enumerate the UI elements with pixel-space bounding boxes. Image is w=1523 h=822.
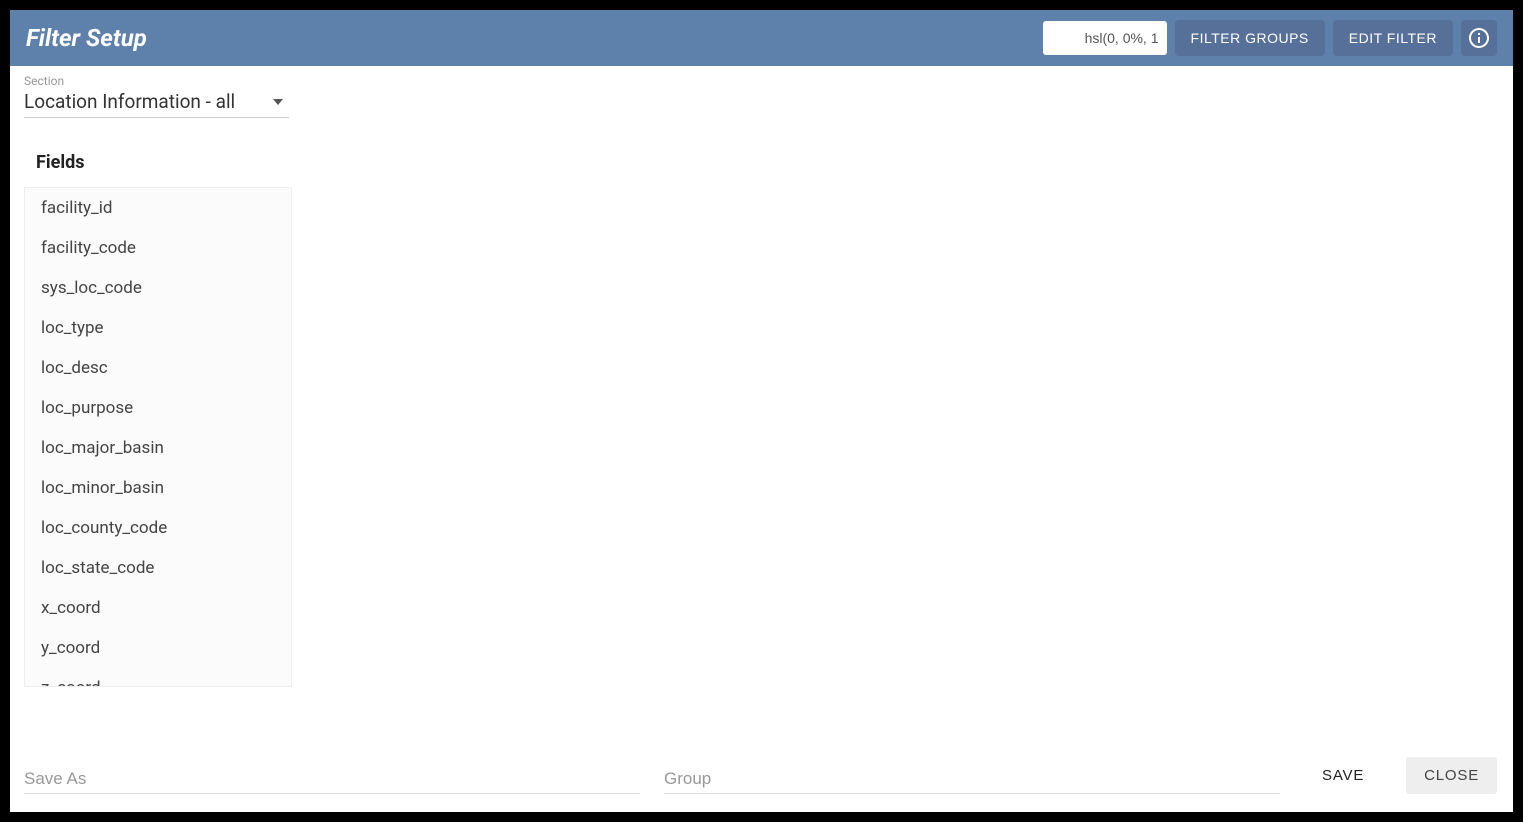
header-actions: FILTER GROUPS EDIT FILTER [1043, 20, 1497, 56]
fields-listbox[interactable]: facility_idfacility_codesys_loc_codeloc_… [24, 187, 292, 687]
field-item[interactable]: facility_code [25, 228, 291, 268]
group-field [664, 765, 1280, 794]
field-item[interactable]: z_coord [25, 668, 291, 687]
field-item[interactable]: loc_minor_basin [25, 468, 291, 508]
save-as-input[interactable] [24, 765, 640, 794]
field-item[interactable]: loc_purpose [25, 388, 291, 428]
save-as-field [24, 765, 640, 794]
filter-setup-dialog: Filter Setup FILTER GROUPS EDIT FILTER S… [10, 10, 1513, 812]
chevron-down-icon [273, 99, 283, 105]
edit-filter-button[interactable]: EDIT FILTER [1333, 20, 1453, 56]
footer-bar: SAVE CLOSE [10, 745, 1513, 812]
field-item[interactable]: loc_county_code [25, 508, 291, 548]
field-item[interactable]: loc_major_basin [25, 428, 291, 468]
filter-groups-button[interactable]: FILTER GROUPS [1175, 20, 1325, 56]
field-item[interactable]: loc_type [25, 308, 291, 348]
info-button[interactable] [1461, 20, 1497, 56]
field-item[interactable]: sys_loc_code [25, 268, 291, 308]
info-icon [1467, 26, 1491, 50]
fields-label: Fields [36, 152, 1499, 173]
field-item[interactable]: x_coord [25, 588, 291, 628]
field-item[interactable]: loc_desc [25, 348, 291, 388]
field-item[interactable]: y_coord [25, 628, 291, 668]
group-input[interactable] [664, 765, 1280, 794]
field-item[interactable]: facility_id [25, 188, 291, 228]
dialog-body: Section Location Information - all Field… [10, 66, 1513, 745]
section-label: Section [24, 74, 1499, 88]
field-item[interactable]: loc_state_code [25, 548, 291, 588]
color-input[interactable] [1043, 21, 1167, 55]
section-dropdown[interactable]: Location Information - all [24, 90, 289, 118]
save-button[interactable]: SAVE [1304, 757, 1382, 794]
close-button[interactable]: CLOSE [1406, 757, 1497, 794]
header-bar: Filter Setup FILTER GROUPS EDIT FILTER [10, 10, 1513, 66]
section-value: Location Information - all [24, 90, 273, 113]
dialog-title: Filter Setup [26, 24, 1043, 52]
